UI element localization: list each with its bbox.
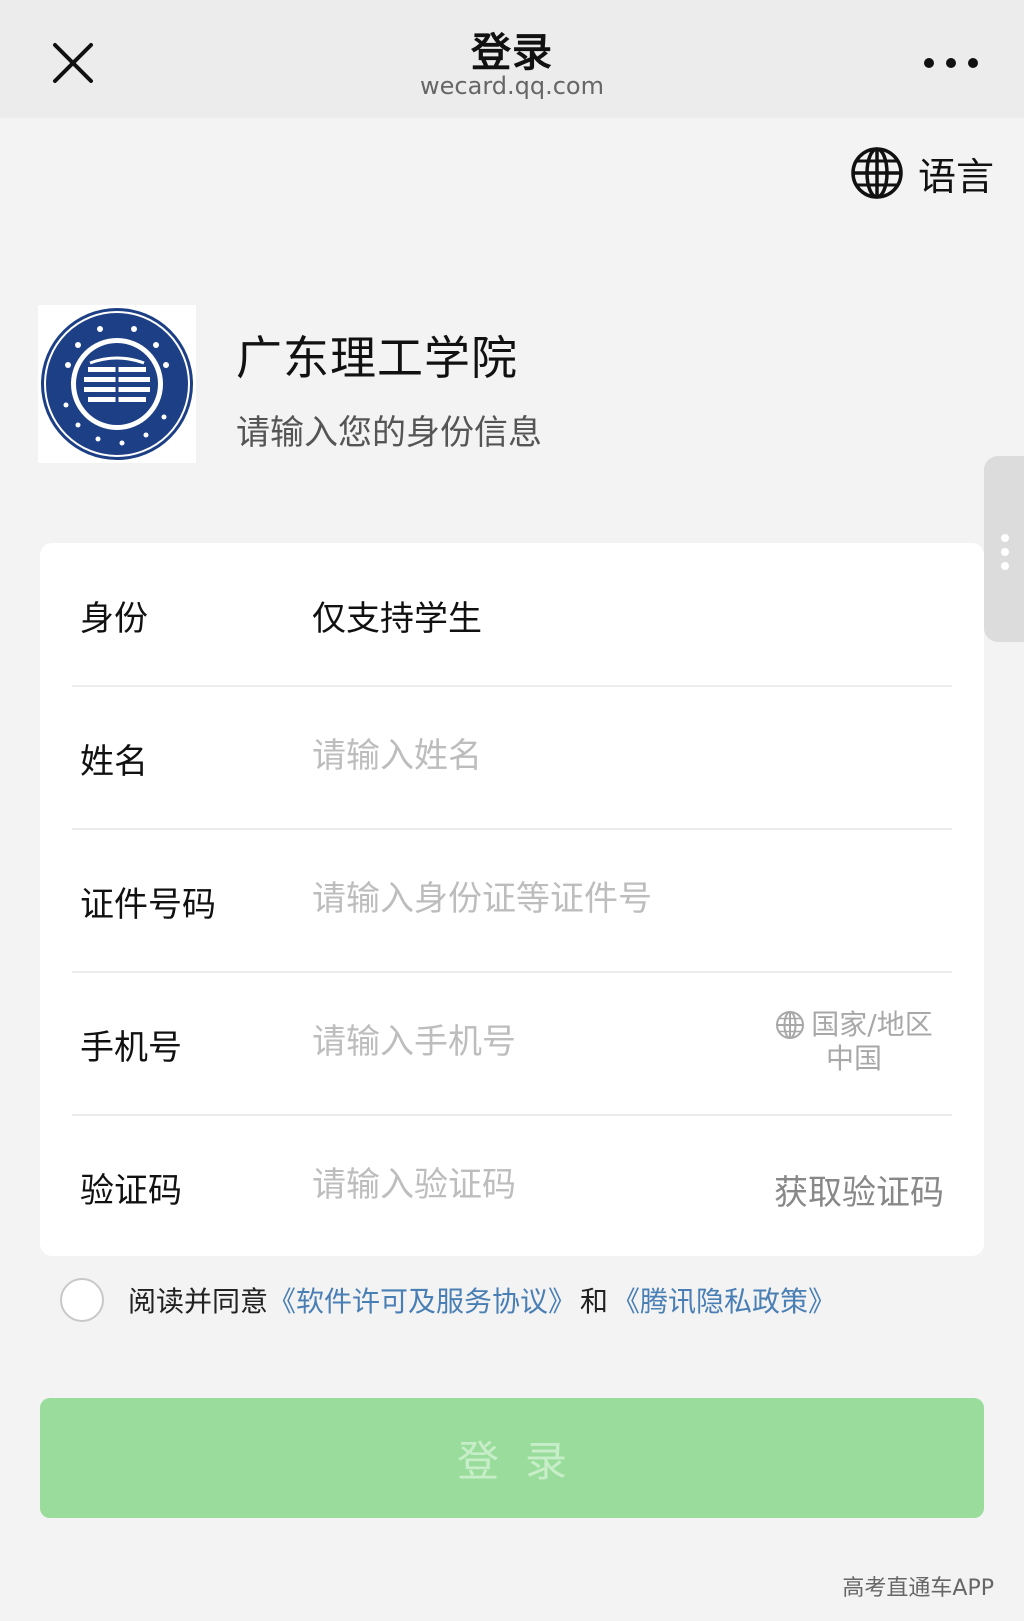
language-button[interactable]: 语言	[850, 143, 994, 203]
school-subtitle: 请输入您的身份信息	[236, 413, 542, 453]
handle-dot	[1001, 534, 1009, 542]
id-number-row: 证件号码	[72, 829, 952, 973]
globe-icon	[851, 147, 903, 199]
name-row: 姓名	[72, 686, 952, 830]
agreement-checkbox[interactable]	[60, 1278, 104, 1322]
code-input[interactable]	[312, 1155, 712, 1215]
agreement-row: 阅读并同意 《软件许可及服务协议》 和 《腾讯隐私政策》	[60, 1275, 836, 1325]
license-agreement-link[interactable]: 《软件许可及服务协议》	[268, 1280, 576, 1320]
get-code-button[interactable]: 获取验证码	[774, 1165, 944, 1214]
side-drawer-handle[interactable]	[984, 456, 1024, 642]
login-button[interactable]: 登录	[40, 1398, 984, 1518]
login-form-card: 身份 仅支持学生 姓名 证件号码 手机号 国家/地区 中国	[40, 543, 984, 1256]
page-url: wecard.qq.com	[420, 72, 604, 100]
school-emblem-icon	[41, 308, 193, 460]
phone-input[interactable]	[312, 1012, 712, 1072]
region-selector[interactable]: 国家/地区 中国	[764, 1008, 944, 1076]
identity-row[interactable]: 身份 仅支持学生	[72, 543, 952, 687]
school-logo	[38, 305, 196, 463]
globe-icon	[776, 1011, 805, 1039]
code-label: 验证码	[80, 1171, 182, 1211]
more-dots-icon	[924, 58, 978, 68]
region-label: 国家/地区	[811, 1008, 933, 1041]
handle-dot	[1001, 548, 1009, 556]
agreement-prefix: 阅读并同意	[128, 1285, 269, 1318]
id-number-label: 证件号码	[80, 885, 216, 925]
name-label: 姓名	[80, 742, 148, 782]
more-button[interactable]	[922, 46, 980, 80]
page-title: 登录	[471, 30, 553, 76]
identity-value: 仅支持学生	[312, 599, 482, 639]
identity-label: 身份	[80, 599, 148, 639]
code-row: 验证码 获取验证码	[72, 1115, 952, 1257]
name-input[interactable]	[312, 726, 732, 786]
school-name: 广东理工学院	[236, 331, 518, 385]
navigation-bar: 登录 wecard.qq.com	[0, 0, 1024, 118]
phone-label: 手机号	[80, 1028, 182, 1068]
handle-dot	[1001, 562, 1009, 570]
region-value: 中国	[825, 1042, 882, 1075]
id-number-input[interactable]	[312, 869, 732, 929]
language-label: 语言	[918, 154, 995, 199]
privacy-policy-link[interactable]: 《腾讯隐私政策》	[612, 1280, 836, 1320]
phone-row: 手机号 国家/地区 中国	[72, 972, 952, 1116]
agreement-conjunction: 和	[580, 1285, 609, 1318]
watermark: 高考直通车APP	[842, 1576, 994, 1601]
